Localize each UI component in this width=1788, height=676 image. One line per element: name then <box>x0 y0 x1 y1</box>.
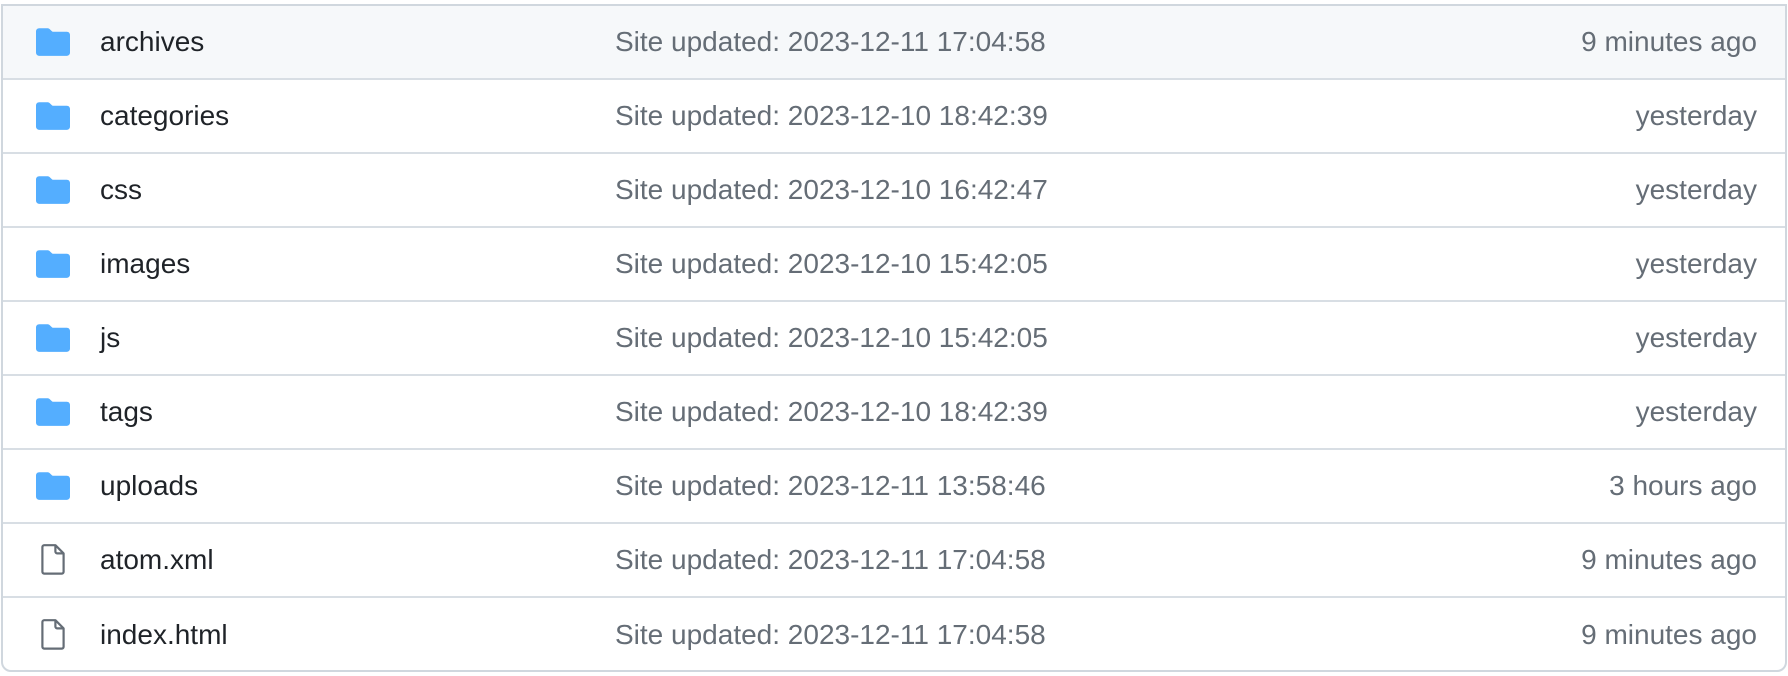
commit-age: yesterday <box>1635 174 1757 205</box>
commit-message-link[interactable]: Site updated: 2023-12-11 17:04:58 <box>615 619 1046 651</box>
folder-icon <box>35 468 71 504</box>
commit-message-link[interactable]: Site updated: 2023-12-10 18:42:39 <box>615 100 1048 132</box>
commit-message-link[interactable]: Site updated: 2023-12-10 15:42:05 <box>615 322 1048 354</box>
commit-age: yesterday <box>1635 248 1757 279</box>
commit-age: yesterday <box>1635 322 1757 353</box>
file-row[interactable]: images Site updated: 2023-12-10 15:42:05… <box>3 228 1785 302</box>
file-row[interactable]: archives Site updated: 2023-12-11 17:04:… <box>3 6 1785 80</box>
file-row[interactable]: uploads Site updated: 2023-12-11 13:58:4… <box>3 450 1785 524</box>
file-row[interactable]: js Site updated: 2023-12-10 15:42:05 yes… <box>3 302 1785 376</box>
commit-message-link[interactable]: Site updated: 2023-12-11 17:04:58 <box>615 544 1046 576</box>
commit-message-link[interactable]: Site updated: 2023-12-10 15:42:05 <box>615 248 1048 280</box>
file-row[interactable]: tags Site updated: 2023-12-10 18:42:39 y… <box>3 376 1785 450</box>
commit-message-link[interactable]: Site updated: 2023-12-10 16:42:47 <box>615 174 1048 206</box>
commit-message-link[interactable]: Site updated: 2023-12-11 17:04:58 <box>615 26 1046 58</box>
folder-icon <box>35 246 71 282</box>
commit-message-link[interactable]: Site updated: 2023-12-11 13:58:46 <box>615 470 1046 502</box>
file-icon <box>35 617 71 653</box>
file-list: archives Site updated: 2023-12-11 17:04:… <box>1 4 1787 672</box>
folder-icon <box>35 320 71 356</box>
commit-message-link[interactable]: Site updated: 2023-12-10 18:42:39 <box>615 396 1048 428</box>
file-row[interactable]: categories Site updated: 2023-12-10 18:4… <box>3 80 1785 154</box>
file-name-link[interactable]: tags <box>100 396 153 428</box>
commit-age: 9 minutes ago <box>1581 26 1757 57</box>
file-name-link[interactable]: css <box>100 174 142 206</box>
file-name-link[interactable]: js <box>100 322 120 354</box>
file-name-link[interactable]: archives <box>100 26 204 58</box>
commit-age: 9 minutes ago <box>1581 544 1757 575</box>
file-name-link[interactable]: index.html <box>100 619 228 651</box>
commit-age: 9 minutes ago <box>1581 619 1757 650</box>
file-name-link[interactable]: categories <box>100 100 229 132</box>
commit-age: yesterday <box>1635 396 1757 427</box>
file-name-link[interactable]: uploads <box>100 470 198 502</box>
file-name-link[interactable]: atom.xml <box>100 544 214 576</box>
file-name-link[interactable]: images <box>100 248 190 280</box>
commit-age: yesterday <box>1635 100 1757 131</box>
folder-icon <box>35 394 71 430</box>
folder-icon <box>35 24 71 60</box>
folder-icon <box>35 172 71 208</box>
file-icon <box>35 542 71 578</box>
file-row[interactable]: atom.xml Site updated: 2023-12-11 17:04:… <box>3 524 1785 598</box>
file-row[interactable]: css Site updated: 2023-12-10 16:42:47 ye… <box>3 154 1785 228</box>
commit-age: 3 hours ago <box>1609 470 1757 501</box>
folder-icon <box>35 98 71 134</box>
file-row[interactable]: index.html Site updated: 2023-12-11 17:0… <box>3 598 1785 672</box>
